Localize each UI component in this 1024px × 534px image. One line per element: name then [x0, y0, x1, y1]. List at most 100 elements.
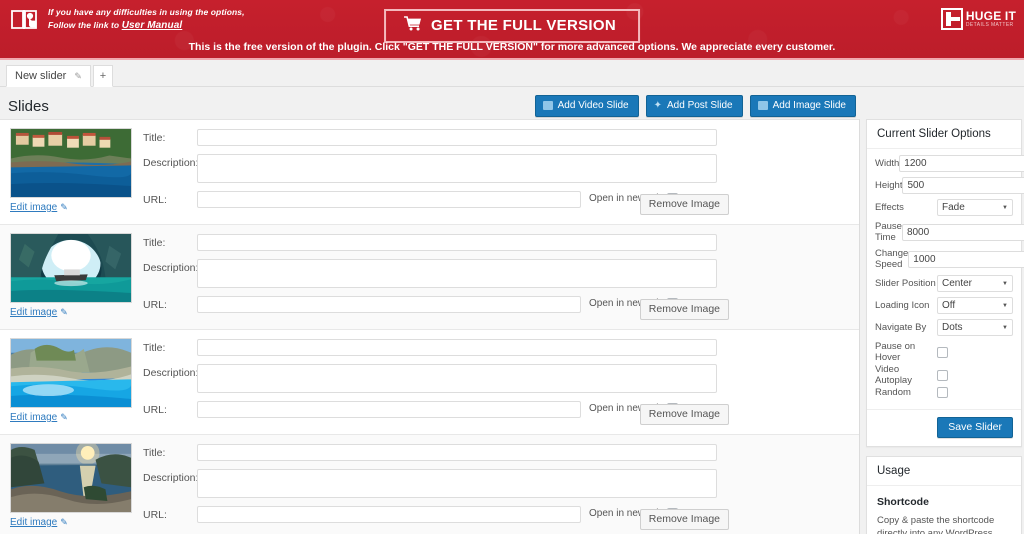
remove-image-label: Remove Image	[648, 303, 720, 315]
huge-it-logo: HUGE IT DETAILS MATTER	[940, 8, 1016, 30]
slider-options-body: Width Height Effects Fade ▼ Pause Time	[867, 149, 1024, 407]
edit-image-link[interactable]: Edit image ✎	[10, 412, 132, 423]
navagio-beach-thumbnail[interactable]	[10, 338, 132, 408]
option-row-video-autoplay: Video Autoplay	[875, 364, 1013, 386]
description-label: Description:	[143, 157, 199, 169]
remove-image-button[interactable]: Remove Image	[639, 194, 729, 215]
chevron-down-icon: ▼	[1002, 204, 1008, 211]
change-speed-input[interactable]	[908, 250, 1024, 268]
height-input[interactable]	[902, 177, 1024, 194]
current-slider-options-title: Current Slider Options	[867, 120, 1021, 149]
brand-tagline: DETAILS MATTER	[965, 22, 1014, 28]
add-slider-tab-button[interactable]: +	[92, 65, 113, 87]
slide-title-input[interactable]	[197, 234, 717, 251]
pencil-icon: ✎	[60, 307, 68, 317]
url-label: URL:	[143, 404, 167, 416]
add-video-slide-label: Add Video Slide	[557, 100, 629, 111]
slide-description-input[interactable]	[197, 154, 717, 183]
width-label: Width	[875, 158, 900, 169]
pencil-icon[interactable]: ✎	[74, 71, 82, 82]
effects-select[interactable]: Fade ▼	[937, 199, 1013, 216]
slide-row: Edit image ✎ Title: Description: URL: Ope…	[0, 330, 859, 435]
slide-description-input[interactable]	[197, 364, 717, 393]
slide-url-input[interactable]	[197, 506, 581, 523]
coastal-village-thumbnail[interactable]	[10, 128, 132, 198]
height-label: Height	[875, 180, 903, 191]
effects-value: Fade	[942, 202, 965, 213]
effects-label: Effects	[875, 202, 904, 213]
remove-image-label: Remove Image	[648, 513, 720, 525]
slide-thumbnail-wrap: Edit image ✎	[10, 233, 132, 318]
video-autoplay-checkbox[interactable]	[937, 369, 948, 381]
url-label: URL:	[143, 299, 167, 311]
remove-image-label: Remove Image	[648, 198, 720, 210]
manual-note-prefix: Follow the link to	[48, 20, 122, 30]
slide-title-input[interactable]	[197, 129, 717, 146]
option-row-effects: Effects Fade ▼	[875, 199, 1013, 216]
add-post-slide-label: Add Post Slide	[667, 100, 733, 111]
slider-position-select[interactable]: Center ▼	[937, 275, 1013, 292]
pin-icon: ✦	[653, 100, 662, 111]
remove-image-button[interactable]: Remove Image	[639, 404, 729, 425]
chevron-down-icon: ▼	[1002, 280, 1008, 287]
sidebar: Current Slider Options Width Height Effe…	[866, 119, 1024, 534]
add-video-slide-button[interactable]: Add Video Slide	[534, 95, 639, 117]
option-row-pause-time: Pause Time	[875, 221, 1024, 243]
slide-actions-toolbar: Add Video Slide ✦ Add Post Slide Add Ima…	[534, 95, 856, 117]
slider-tab-label: New slider	[15, 70, 67, 82]
pause-on-hover-label: Pause on Hover	[875, 341, 916, 363]
usage-title: Usage	[867, 457, 1021, 486]
brand-name: HUGE IT	[965, 9, 1016, 23]
width-input[interactable]	[899, 155, 1024, 172]
video-icon	[542, 101, 553, 110]
loading-icon-select[interactable]: Off ▼	[937, 297, 1013, 314]
option-row-height: Height	[875, 177, 1024, 194]
slide-url-input[interactable]	[197, 296, 581, 313]
save-slider-wrap: Save Slider	[867, 410, 1021, 446]
pause-time-label: Pause Time	[875, 221, 902, 243]
slide-title-input[interactable]	[197, 444, 717, 461]
option-row-loading-icon: Loading Icon Off ▼	[875, 297, 1013, 314]
slide-thumbnail-wrap: Edit image ✎	[10, 443, 132, 528]
slide-thumbnail-wrap: Edit image ✎	[10, 128, 132, 213]
random-checkbox[interactable]	[937, 387, 948, 398]
random-label: Random	[875, 387, 911, 398]
pause-on-hover-checkbox[interactable]	[937, 346, 948, 358]
slider-position-label: Slider Position	[875, 278, 936, 289]
edit-image-link[interactable]: Edit image ✎	[10, 517, 132, 528]
manual-note-text: If you have any difficulties in using th…	[48, 6, 245, 32]
navigate-by-select[interactable]: Dots ▼	[937, 319, 1013, 336]
pause-time-input[interactable]	[901, 223, 1024, 241]
pencil-icon: ✎	[60, 202, 68, 212]
slide-url-input[interactable]	[197, 191, 581, 208]
save-slider-button[interactable]: Save Slider	[937, 417, 1013, 438]
slide-row: Edit image ✎ Title: Description: URL: Ope…	[0, 435, 859, 534]
description-label: Description:	[143, 367, 199, 379]
slider-tab-new-slider[interactable]: New slider ✎	[6, 65, 91, 87]
add-post-slide-button[interactable]: ✦ Add Post Slide	[645, 95, 743, 117]
remove-image-button[interactable]: Remove Image	[639, 509, 729, 530]
promo-subtext: This is the free version of the plugin. …	[188, 41, 836, 53]
slide-title-input[interactable]	[197, 339, 717, 356]
shortcode-heading: Shortcode	[877, 496, 929, 508]
image-icon	[757, 101, 768, 110]
huge-it-logo-mark	[940, 8, 963, 30]
get-full-version-button[interactable]: GET THE FULL VERSION	[384, 9, 640, 43]
slider-tabs-bar: New slider ✎ +	[0, 60, 1024, 87]
edit-image-link[interactable]: Edit image ✎	[10, 307, 132, 318]
edit-image-link[interactable]: Edit image ✎	[10, 202, 132, 213]
chevron-down-icon: ▼	[1002, 302, 1008, 309]
add-image-slide-label: Add Image Slide	[772, 100, 846, 111]
change-speed-label: Change Speed	[875, 248, 909, 270]
slide-description-input[interactable]	[197, 259, 717, 288]
manual-note-line1: If you have any difficulties in using th…	[48, 7, 245, 17]
remove-image-button[interactable]: Remove Image	[639, 299, 729, 320]
sea-cave-boat-thumbnail[interactable]	[10, 233, 132, 303]
slide-url-input[interactable]	[197, 401, 581, 418]
option-row-change-speed: Change Speed	[875, 248, 1024, 270]
page-title: Slides	[8, 98, 49, 115]
sunset-bay-thumbnail[interactable]	[10, 443, 132, 513]
user-manual-link[interactable]: User Manual	[122, 20, 183, 31]
slide-description-input[interactable]	[197, 469, 717, 498]
add-image-slide-button[interactable]: Add Image Slide	[749, 95, 856, 117]
